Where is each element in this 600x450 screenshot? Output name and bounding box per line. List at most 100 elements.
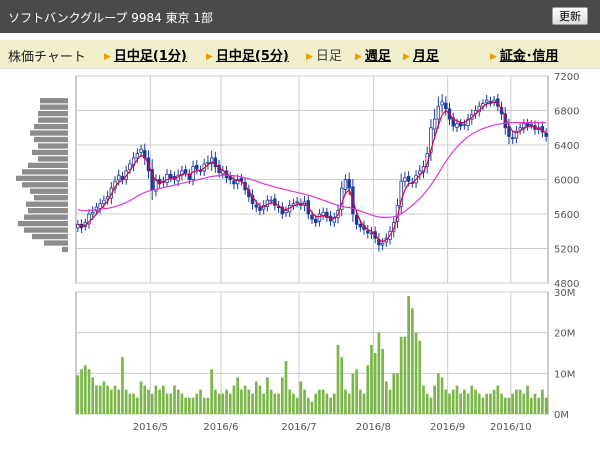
volume-bar: [492, 389, 496, 414]
volume-bar: [440, 377, 444, 414]
volume-bar: [321, 389, 325, 414]
volume-bar: [351, 373, 355, 414]
title-bar: ソフトバンクグループ 9984 東京 1部 更新: [0, 0, 600, 33]
volume-bar: [344, 389, 347, 414]
volume-bar: [329, 397, 332, 414]
volume-bar: [485, 393, 489, 414]
volume-tick-label: 10M: [554, 369, 575, 380]
volume-bar: [165, 393, 169, 414]
price-tick-label: 6000: [554, 176, 579, 187]
volume-profile-bar: [26, 201, 68, 207]
volume-profile-bar: [28, 208, 68, 214]
tab-weekly[interactable]: ▶ 週足: [355, 45, 391, 64]
volume-profile-bar: [40, 104, 68, 110]
volume-bar: [277, 393, 280, 414]
volume-bar: [184, 397, 187, 414]
volume-bar: [251, 393, 254, 414]
volume-bar: [202, 397, 206, 414]
candle-up: [418, 170, 422, 175]
tab-intraday-1min[interactable]: ▶ 日中足(1分): [104, 45, 187, 64]
volume-bar: [451, 389, 455, 414]
volume-bar: [206, 397, 210, 414]
volume-bar: [518, 389, 522, 414]
volume-profile-bar: [40, 98, 68, 104]
candle-up: [343, 179, 348, 190]
volume-bar: [232, 385, 236, 414]
candle-up: [139, 148, 143, 153]
volume-bar: [228, 393, 232, 414]
volume-profile-bar: [28, 162, 68, 169]
price-tick-label: 7200: [554, 72, 579, 83]
candle-up: [529, 123, 533, 126]
refresh-button[interactable]: 更新: [552, 7, 588, 25]
volume-bar: [537, 397, 541, 414]
tab-arrow-icon: ▶: [403, 52, 410, 62]
volume-bar: [455, 385, 459, 414]
volume-profile-bar: [44, 240, 68, 246]
volume-bar: [526, 385, 529, 414]
volume-bar: [258, 385, 262, 414]
volume-bar: [280, 377, 284, 414]
tab-intraday-5min[interactable]: ▶ 日中足(5分): [206, 45, 289, 64]
volume-bar: [214, 389, 217, 414]
volume-bar: [503, 397, 507, 414]
x-tick-label: 2016/8: [356, 422, 391, 433]
volume-bar: [529, 397, 533, 414]
tab-arrow-icon: ▶: [206, 52, 213, 62]
volume-bar: [210, 369, 213, 414]
candle-down: [314, 218, 318, 224]
x-tick-label: 2016/10: [490, 422, 532, 433]
volume-bar: [507, 397, 511, 414]
volume-bar: [240, 389, 243, 414]
volume-bar: [188, 397, 191, 414]
volume-bar: [411, 308, 414, 414]
volume-bar: [470, 385, 474, 414]
candle-down: [254, 204, 258, 208]
chart-tab-bar: 株価チャート ▶ 日中足(1分) ▶ 日中足(5分) ▶ 日足 ▶ 週足 ▶ 月足 ▶ 証金…: [0, 40, 600, 69]
volume-bar: [121, 357, 124, 414]
volume-bar: [266, 377, 269, 414]
candle-down: [310, 214, 314, 220]
volume-bar: [162, 385, 165, 414]
volume-profile-bar: [16, 175, 68, 181]
volume-bar: [91, 377, 95, 414]
candle-up: [117, 174, 121, 181]
candle-up: [91, 211, 95, 215]
volume-profile-bar: [24, 227, 68, 233]
volume-bar: [496, 385, 500, 414]
candle-up: [484, 99, 489, 103]
volume-bar: [481, 397, 485, 414]
volume-bar: [221, 393, 225, 414]
candle-down: [510, 137, 515, 140]
candle-down: [488, 101, 493, 103]
volume-bar: [83, 365, 87, 414]
volume-bar: [106, 385, 109, 414]
volume-bar: [225, 389, 228, 414]
candle-up: [269, 199, 273, 202]
candle-down: [347, 179, 351, 189]
volume-bar: [511, 393, 515, 414]
tab-margin-credit[interactable]: ▶ 証金･信用: [490, 45, 558, 64]
candle-down: [444, 102, 448, 110]
volume-bar: [135, 397, 139, 414]
volume-bar: [515, 389, 518, 414]
volume-profile-bar: [22, 169, 68, 175]
tab-monthly[interactable]: ▶ 月足: [403, 45, 439, 64]
tab-arrow-icon: ▶: [104, 52, 111, 62]
volume-bar: [254, 381, 258, 414]
volume-bar: [358, 389, 362, 414]
chart-type-label: 株価チャート: [8, 50, 86, 65]
volume-bar: [98, 385, 102, 414]
volume-bar: [236, 377, 240, 414]
volume-profile-bar: [30, 130, 68, 136]
volume-bar: [299, 381, 303, 414]
volume-bar: [396, 373, 399, 414]
volume-bar: [87, 369, 91, 414]
volume-bar: [362, 393, 366, 414]
candle-up: [321, 211, 325, 216]
volume-bar: [414, 332, 418, 414]
volume-profile-bar: [32, 233, 68, 240]
volume-bar: [295, 397, 299, 414]
volume-bar: [377, 332, 381, 414]
volume-bar: [500, 393, 503, 414]
